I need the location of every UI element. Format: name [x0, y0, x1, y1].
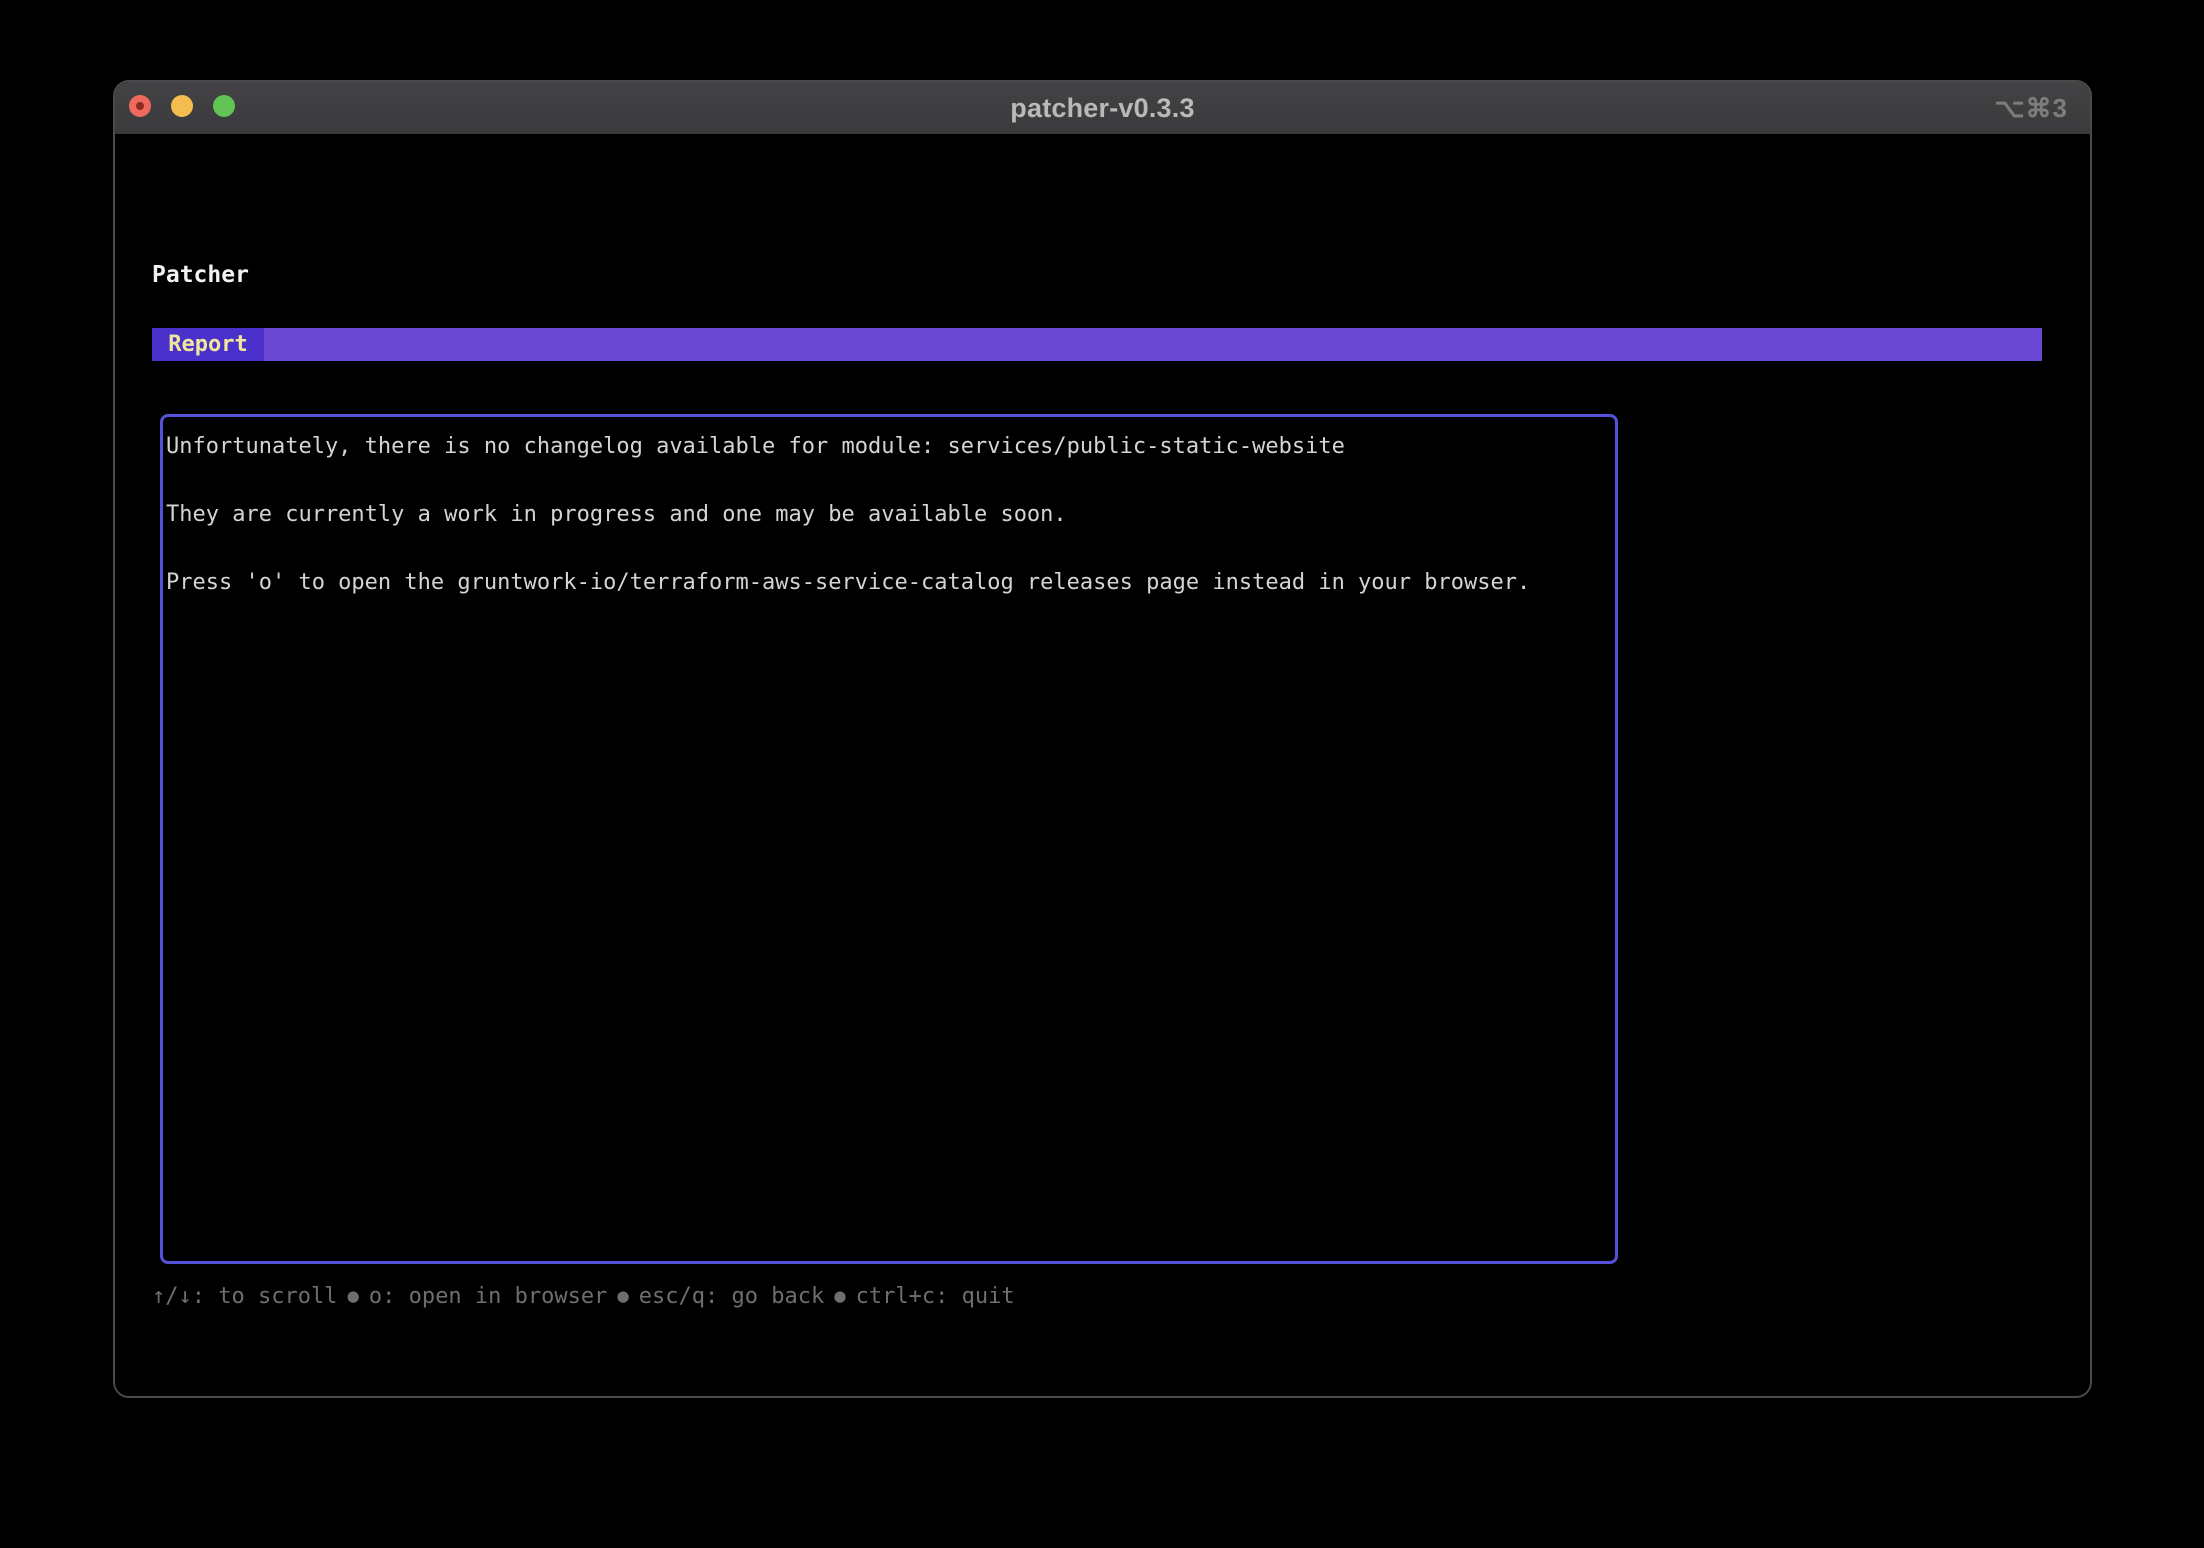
help-open-browser: o: open in browser — [369, 1284, 607, 1309]
minimize-button[interactable] — [171, 95, 193, 117]
page-title: Patcher — [152, 262, 249, 288]
help-quit: ctrl+c: quit — [856, 1284, 1015, 1309]
report-line: Press 'o' to open the gruntwork-io/terra… — [166, 566, 1607, 600]
keybinding-help-bar: ↑/↓: to scroll ● o: open in browser ● es… — [152, 1284, 1015, 1309]
help-go-back: esc/q: go back — [639, 1284, 824, 1309]
report-line — [166, 532, 1607, 566]
zoom-button[interactable] — [213, 95, 235, 117]
terminal-window: patcher-v0.3.3 ⌥⌘3 Patcher Report Unfort… — [113, 80, 2092, 1398]
tab-bar: Report — [152, 328, 2042, 361]
traffic-lights — [129, 95, 235, 117]
separator-dot: ● — [337, 1285, 368, 1307]
window-titlebar[interactable]: patcher-v0.3.3 ⌥⌘3 — [115, 82, 2090, 134]
tab-report[interactable]: Report — [152, 328, 264, 361]
changelog-report-viewport[interactable]: Unfortunately, there is no changelog ava… — [160, 414, 1618, 1264]
help-scroll: ↑/↓: to scroll — [152, 1284, 337, 1309]
separator-dot: ● — [824, 1285, 855, 1307]
report-line: They are currently a work in progress an… — [166, 498, 1607, 532]
report-line: Unfortunately, there is no changelog ava… — [166, 430, 1607, 464]
separator-dot: ● — [607, 1285, 638, 1307]
report-line — [166, 464, 1607, 498]
window-title: patcher-v0.3.3 — [115, 93, 2090, 124]
terminal-content: Patcher Report Unfortunately, there is n… — [115, 134, 2090, 1396]
window-shortcut-badge: ⌥⌘3 — [1995, 82, 2068, 134]
close-button[interactable] — [129, 95, 151, 117]
